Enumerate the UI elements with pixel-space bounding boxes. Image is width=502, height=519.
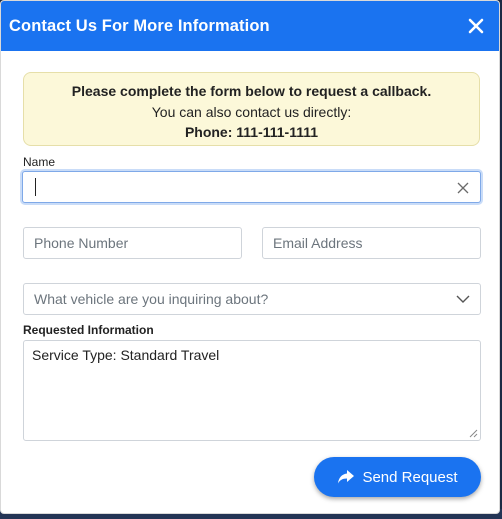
email-placeholder: Email Address [273,235,363,251]
close-icon [468,18,484,34]
send-request-button[interactable]: Send Request [314,457,481,497]
chevron-down-icon [456,295,470,303]
vehicle-select[interactable]: What vehicle are you inquiring about? [23,283,481,315]
requested-info-label: Requested Information [23,323,154,337]
callback-notice: Please complete the form below to reques… [23,72,480,146]
phone-placeholder: Phone Number [34,235,129,251]
share-arrow-icon [337,469,355,485]
requested-info-value: Service Type: Standard Travel [32,347,220,363]
send-request-label: Send Request [362,468,458,486]
name-field[interactable] [22,171,481,203]
email-address-field[interactable]: Email Address [262,227,481,259]
requested-info-textarea[interactable]: Service Type: Standard Travel [23,340,481,441]
modal-title: Contact Us For More Information [9,16,270,35]
modal-header: Contact Us For More Information [1,1,499,51]
clear-icon[interactable] [455,180,471,196]
phone-number-field[interactable]: Phone Number [23,227,242,259]
resize-grip-icon[interactable] [469,429,478,438]
vehicle-select-value: What vehicle are you inquiring about? [34,291,269,307]
text-caret [35,178,36,196]
notice-line-2: You can also contact us directly: [151,103,352,120]
notice-line-1: Please complete the form below to reques… [71,83,432,99]
contact-modal: Contact Us For More Information Please c… [0,0,500,514]
notice-phone: Phone: 111-111-1111 [184,124,319,140]
close-button[interactable] [463,13,489,39]
name-label: Name [23,155,56,169]
